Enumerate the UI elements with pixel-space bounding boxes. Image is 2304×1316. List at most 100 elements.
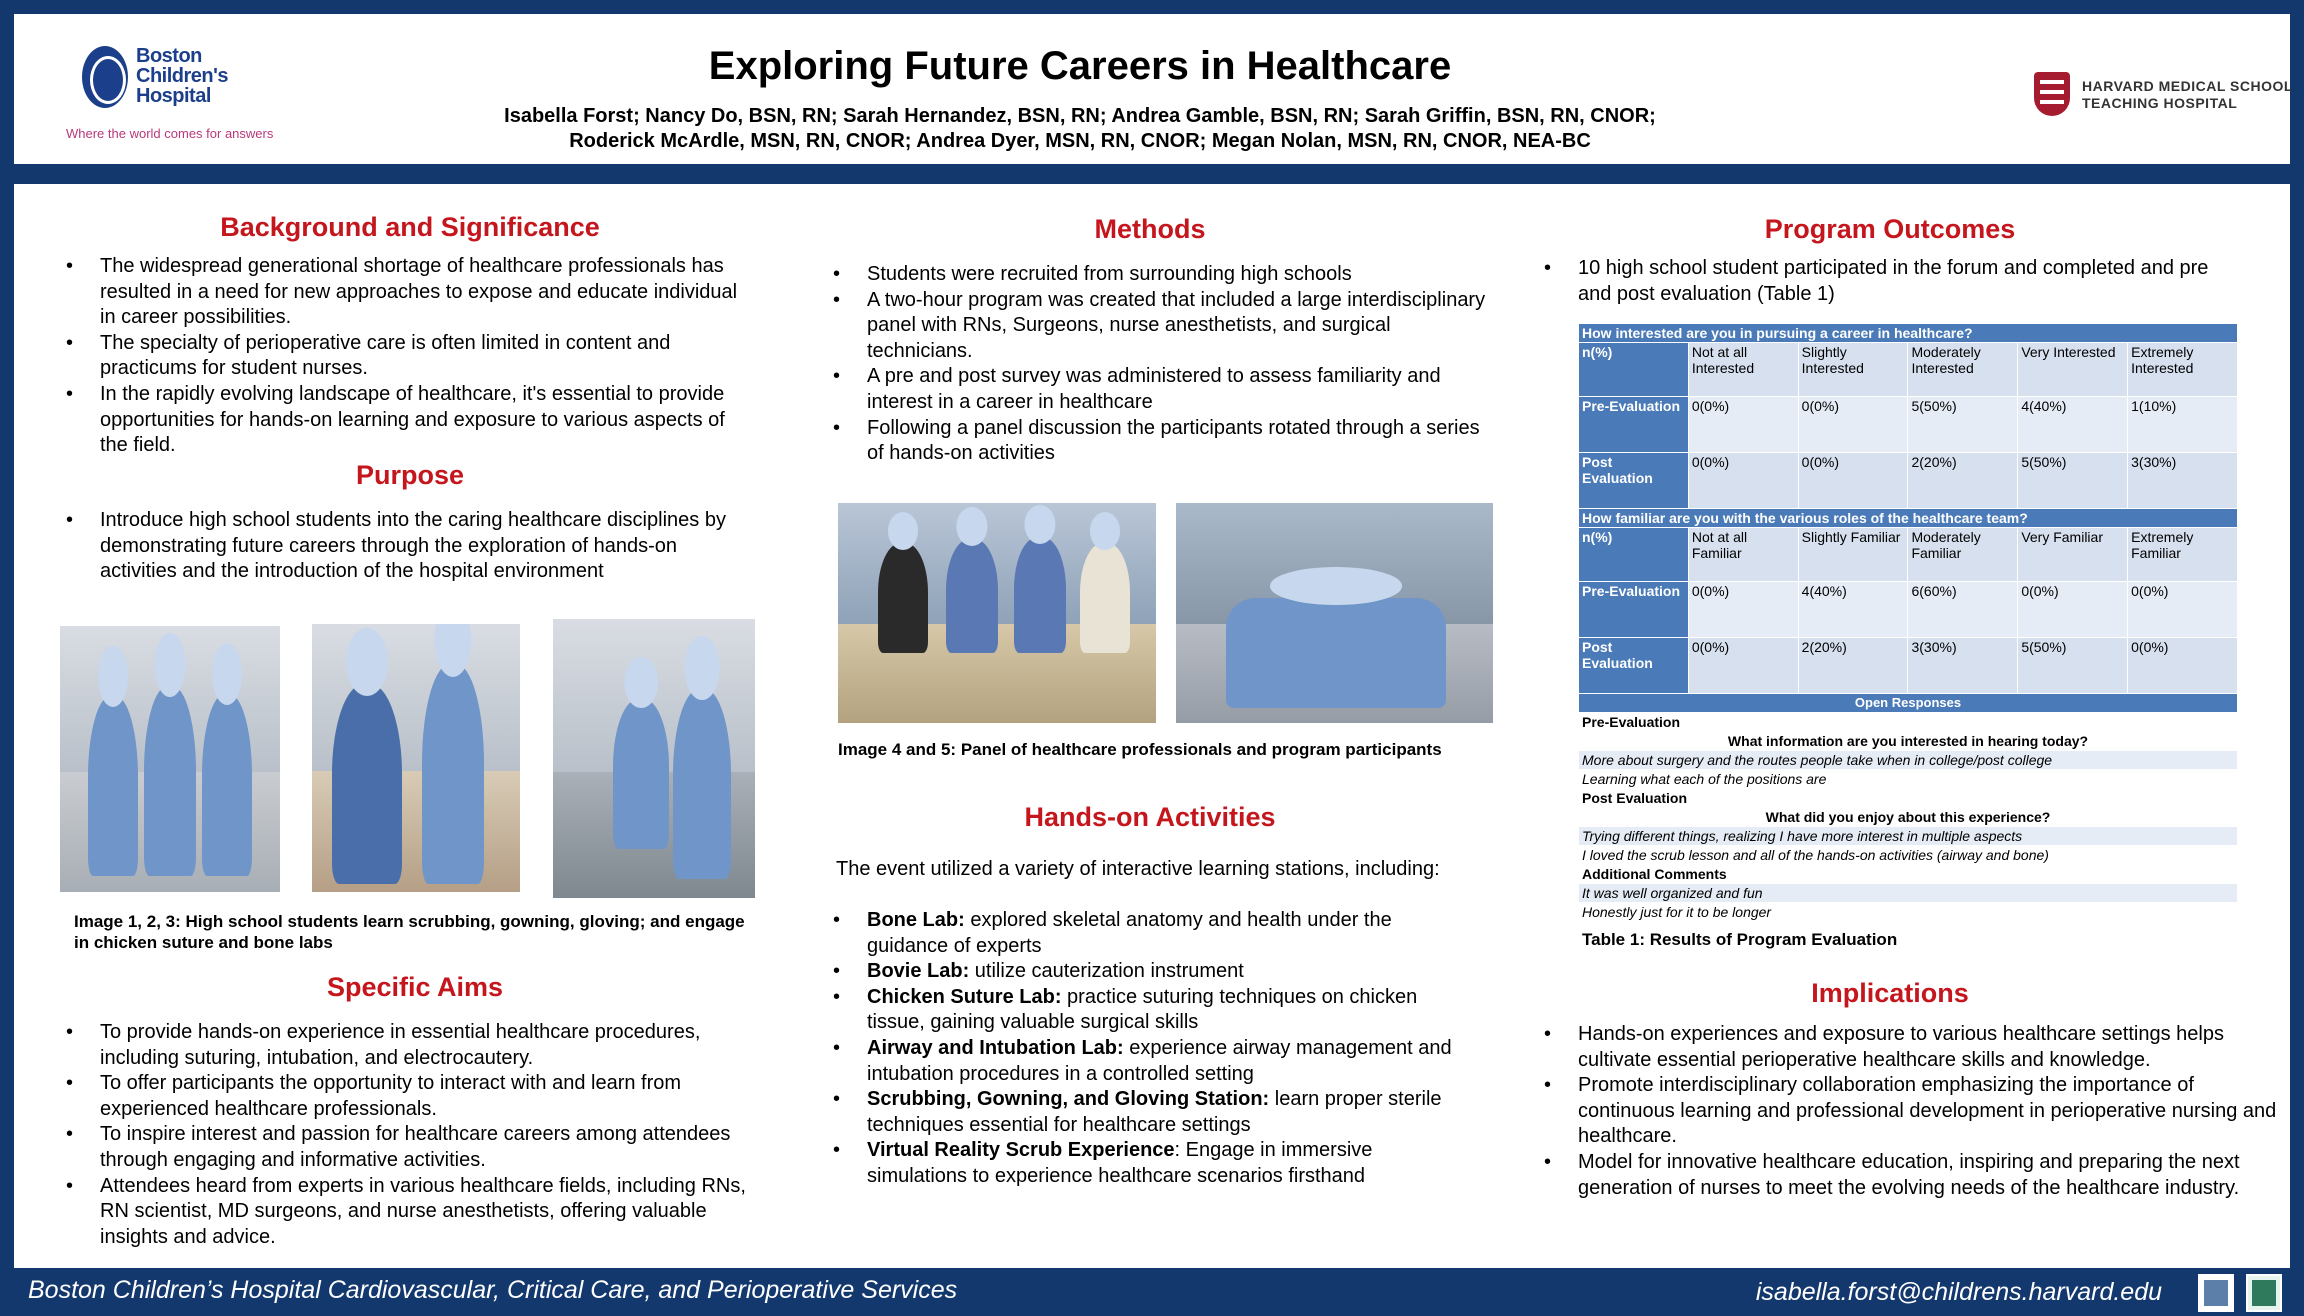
table-cell: n(%) xyxy=(1578,342,1689,397)
method-item: A pre and post survey was administered t… xyxy=(833,364,1493,415)
table-cell: I loved the scrub lesson and all of the … xyxy=(1578,845,2238,865)
right-border xyxy=(2290,0,2304,1316)
implications-heading: Implications xyxy=(1811,978,1969,1008)
table-cell: Very Interested xyxy=(2017,342,2129,397)
table-cell: 6(60%) xyxy=(1907,581,2019,638)
activity-name: Bovie Lab: xyxy=(867,960,970,983)
table-cell: Moderately Interested xyxy=(1907,342,2019,397)
table-cell: 0(0%) xyxy=(2127,637,2238,694)
table-cell: 0(0%) xyxy=(1797,452,1909,509)
table-cell: 0(0%) xyxy=(1797,396,1909,453)
answer-row: Trying different things, realizing I hav… xyxy=(1578,826,2238,846)
implications-list: Hands-on experiences and exposure to var… xyxy=(1544,1022,2284,1201)
column-header-row: n(%) Not at all Familiar Slightly Familiar… xyxy=(1578,527,2238,582)
implication-item: Hands-on experiences and exposure to var… xyxy=(1544,1022,2284,1073)
data-row: Pre-Evaluation 0(0%) 4(40%) 6(60%) 0(0%) 0(0%… xyxy=(1578,581,2238,638)
table-cell: It was well organized and fun xyxy=(1578,883,2238,903)
activity-name: Chicken Suture Lab: xyxy=(867,985,1062,1008)
table-cell: 5(50%) xyxy=(2017,637,2129,694)
table-cell: Extremely Interested xyxy=(2127,342,2238,397)
aim-item: To provide hands-on experience in essent… xyxy=(66,1020,766,1071)
outcomes-heading: Program Outcomes xyxy=(1764,214,2016,244)
table-cell: Additional Comments xyxy=(1578,864,2238,884)
table-cell: Post Evaluation xyxy=(1578,637,1689,694)
purpose-list: Introduce high school students into the … xyxy=(66,508,756,585)
activity-description: utilize cauterization instrument xyxy=(969,960,1244,983)
method-item: Students were recruited from surrounding… xyxy=(833,262,1493,288)
section-row: Additional Comments xyxy=(1578,864,2238,884)
table-cell: Pre-Evaluation xyxy=(1578,396,1689,453)
harvard-medical-school-logo: HARVARD MEDICAL SCHOOL TEACHING HOSPITAL xyxy=(2034,72,2292,122)
outcomes-list: 10 high school student participated in t… xyxy=(1544,256,2244,307)
hands-on-heading: Hands-on Activities xyxy=(1024,802,1276,832)
left-border xyxy=(0,0,14,1316)
activity-name: Virtual Reality Scrub Experience xyxy=(867,1139,1175,1162)
magnet-badge-icon xyxy=(2246,1274,2282,1312)
photo-panel xyxy=(838,503,1156,723)
activity-name: Scrubbing, Gowning, and Gloving Station: xyxy=(867,1088,1270,1111)
activity-item: Chicken Suture Lab: practice suturing te… xyxy=(833,985,1473,1036)
table-cell: 5(50%) xyxy=(2017,452,2129,509)
footer-email: isabella.forst@childrens.harvard.edu xyxy=(1755,1278,2162,1306)
outcome-item: 10 high school student participated in t… xyxy=(1544,256,2244,307)
activity-item: Bone Lab: explored skeletal anatomy and … xyxy=(833,908,1473,959)
logo-tagline: Where the world comes for answers xyxy=(66,126,274,141)
images-1-3-caption: Image 1, 2, 3: High school students lear… xyxy=(74,912,745,952)
hands-on-intro: The event utilized a variety of interact… xyxy=(836,858,1440,880)
section-row: Post Evaluation xyxy=(1578,788,2238,808)
activity-item: Bovie Lab: utilize cauterization instrum… xyxy=(833,959,1473,985)
table-cell: How familiar are you with the various ro… xyxy=(1578,508,2238,528)
table-cell: What information are you interested in h… xyxy=(1578,731,2238,751)
table-cell: 4(40%) xyxy=(2017,396,2129,453)
hands-on-list: Bone Lab: explored skeletal anatomy and … xyxy=(833,908,1473,1190)
poster-footer: Boston Children’s Hospital Cardiovascula… xyxy=(0,1268,2304,1316)
table-cell: Extremely Familiar xyxy=(2127,527,2238,582)
table-cell: Post Evaluation xyxy=(1578,788,2238,808)
table-cell: 4(40%) xyxy=(1797,581,1909,638)
table-cell: 2(20%) xyxy=(1797,637,1909,694)
table-cell: n(%) xyxy=(1578,527,1689,582)
table-cell: Pre-Evaluation xyxy=(1578,712,2238,732)
table-cell: 5(50%) xyxy=(1907,396,2019,453)
question-row: How familiar are you with the various ro… xyxy=(1578,508,2238,528)
boston-childrens-logo: Boston Children's Hospital Where the wor… xyxy=(66,30,276,141)
section-row: Pre-Evaluation xyxy=(1578,712,2238,732)
activity-name: Airway and Intubation Lab: xyxy=(867,1036,1124,1059)
results-table: How interested are you in pursuing a car… xyxy=(1578,323,2238,922)
table-cell: Learning what each of the positions are xyxy=(1578,769,2238,789)
methods-list: Students were recruited from surrounding… xyxy=(833,262,1493,467)
table-cell: Pre-Evaluation xyxy=(1578,581,1689,638)
images-4-5-caption: Image 4 and 5: Panel of healthcare profe… xyxy=(838,740,1442,759)
aim-item: To offer participants the opportunity to… xyxy=(66,1071,766,1122)
photo-suture-lab xyxy=(312,624,520,892)
activity-item: Virtual Reality Scrub Experience: Engage… xyxy=(833,1138,1473,1189)
background-item: The specialty of perioperative care is o… xyxy=(66,331,756,382)
table-cell: 2(20%) xyxy=(1907,452,2019,509)
method-item: A two-hour program was created that incl… xyxy=(833,288,1493,365)
aims-heading: Specific Aims xyxy=(326,972,504,1002)
table-cell: 0(0%) xyxy=(1687,452,1799,509)
table-cell: 0(0%) xyxy=(2017,581,2129,638)
answer-row: Learning what each of the positions are xyxy=(1578,769,2238,789)
table-cell: Very Familiar xyxy=(2017,527,2129,582)
header-band xyxy=(0,164,2304,184)
open-responses-row: Open Responses xyxy=(1578,693,2238,713)
column-header-row: n(%) Not at all Interested Slightly Intere… xyxy=(1578,342,2238,397)
question-row: How interested are you in pursuing a car… xyxy=(1578,323,2238,343)
top-border xyxy=(0,0,2304,14)
table-cell: More about surgery and the routes people… xyxy=(1578,750,2238,770)
table-cell: How interested are you in pursuing a car… xyxy=(1578,323,2238,343)
photo-scrubbing xyxy=(60,626,280,892)
photo-participants xyxy=(1176,503,1493,723)
table-cell: 3(30%) xyxy=(2127,452,2238,509)
background-item: In the rapidly evolving landscape of hea… xyxy=(66,382,756,459)
table-cell: Slightly Interested xyxy=(1797,342,1909,397)
table-cell: 0(0%) xyxy=(1687,396,1799,453)
table-cell: Moderately Familiar xyxy=(1907,527,2019,582)
table-cell: 0(0%) xyxy=(2127,581,2238,638)
question-row: What information are you interested in h… xyxy=(1578,731,2238,751)
data-row: Post Evaluation 0(0%) 2(20%) 3(30%) 5(50%) 0(… xyxy=(1578,637,2238,694)
activity-item: Scrubbing, Gowning, and Gloving Station:… xyxy=(833,1087,1473,1138)
aims-list: To provide hands-on experience in essent… xyxy=(66,1020,766,1250)
methods-heading: Methods xyxy=(1094,214,1206,244)
